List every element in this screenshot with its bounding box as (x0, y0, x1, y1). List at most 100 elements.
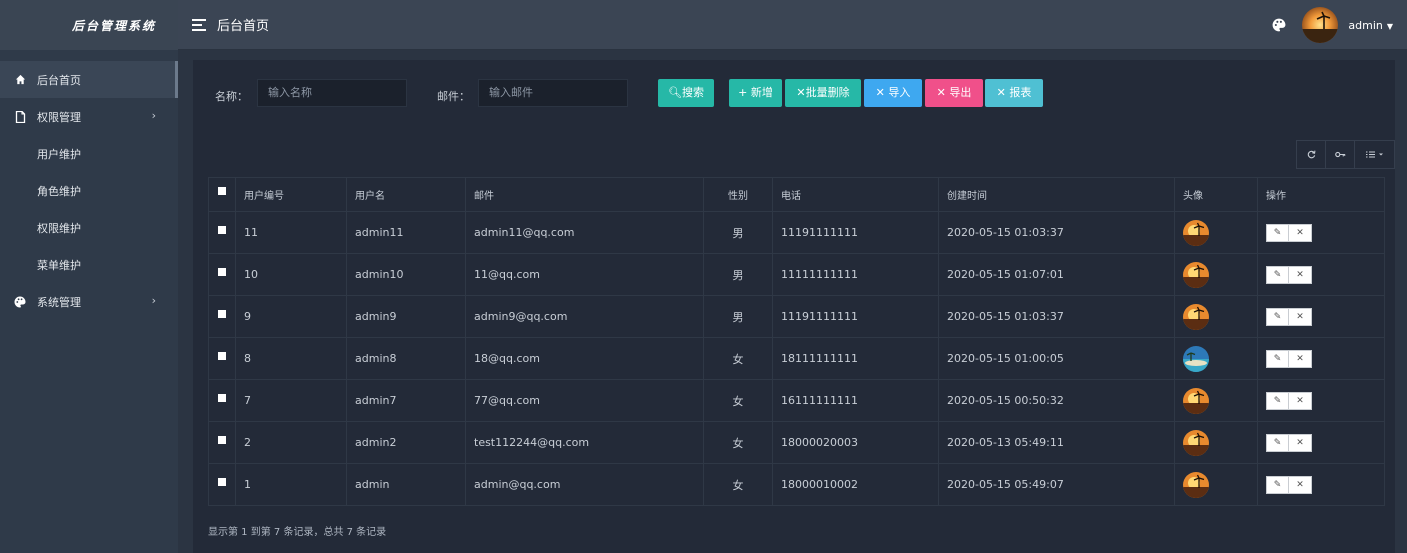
actions-cell: ✎ ✕ (1257, 379, 1385, 422)
avatar (1183, 429, 1209, 456)
avatar-cell (1174, 337, 1258, 380)
sidebar-item-label: 权限管理 (37, 110, 81, 124)
edit-icon[interactable]: ✎ (1266, 391, 1289, 410)
edit-icon[interactable]: ✎ (1266, 223, 1289, 242)
email-cell: 77@qq.com (465, 379, 704, 422)
row-checkbox[interactable] (208, 421, 236, 464)
table-header-row: 用户编号 用户名 邮件 性别 电话 创建时间 头像 操作 (208, 177, 1385, 212)
refresh-icon[interactable] (1297, 141, 1326, 168)
avatar (1183, 261, 1209, 288)
column-header: 头像 (1174, 177, 1258, 212)
username-cell: admin (346, 463, 466, 506)
sidebar-item-system[interactable]: 系统管理 › (0, 283, 178, 320)
gender-cell: 男 (703, 253, 773, 296)
sidebar-item-permission[interactable]: 权限管理 › (0, 98, 178, 135)
table-row: 2 admin2 test112244@qq.com 女 18000020003 2020… (208, 421, 1385, 464)
edit-icon[interactable]: ✎ (1266, 433, 1289, 452)
content-panel: 名称： 输入名称 邮件： 输入邮件 🔍︎搜索 + 新增 ✕批量删除 ✕ 导入 ✕… (193, 60, 1395, 553)
search-button[interactable]: 🔍︎搜索 (658, 79, 714, 107)
sidebar-item-permission-maintenance[interactable]: 权限维护 (0, 209, 178, 246)
column-header: 电话 (772, 177, 939, 212)
name-search-input[interactable]: 输入名称 (257, 79, 407, 107)
row-checkbox[interactable] (208, 253, 236, 296)
username-cell: admin11 (346, 211, 466, 254)
add-button[interactable]: + 新增 (729, 79, 782, 107)
phone-cell: 18000010002 (772, 463, 939, 506)
row-checkbox[interactable] (208, 379, 236, 422)
avatar[interactable] (1302, 7, 1339, 43)
username-cell: admin9 (346, 295, 466, 338)
edit-icon[interactable]: ✎ (1266, 475, 1289, 494)
edit-icon[interactable]: ✎ (1266, 265, 1289, 284)
delete-icon[interactable]: ✕ (1289, 433, 1312, 452)
edit-icon[interactable]: ✎ (1266, 307, 1289, 326)
avatar-cell (1174, 463, 1258, 506)
search-toolbar: 名称： 输入名称 邮件： 输入邮件 🔍︎搜索 + 新增 ✕批量删除 ✕ 导入 ✕… (193, 79, 1395, 107)
user-id-cell: 8 (235, 337, 347, 380)
table-row: 9 admin9 admin9@qq.com 男 11191111111 2020-05-… (208, 295, 1385, 338)
row-checkbox[interactable] (208, 211, 236, 254)
phone-cell: 18111111111 (772, 337, 939, 380)
close-icon: ✕ (996, 86, 1010, 99)
chevron-right-icon: › (151, 109, 156, 122)
phone-cell: 11111111111 (772, 253, 939, 296)
delete-icon[interactable]: ✕ (1289, 223, 1312, 242)
row-checkbox[interactable] (208, 463, 236, 506)
username-cell: admin7 (346, 379, 466, 422)
user-menu[interactable]: admin ▼ (1348, 19, 1393, 32)
close-icon: ✕ (936, 86, 950, 99)
avatar-cell (1174, 421, 1258, 464)
column-header: 用户编号 (235, 177, 347, 212)
edit-icon[interactable]: ✎ (1266, 349, 1289, 368)
gender-cell: 女 (703, 421, 773, 464)
report-button[interactable]: ✕ 报表 (985, 79, 1043, 107)
import-button[interactable]: ✕ 导入 (864, 79, 922, 107)
page-title: 后台首页 (217, 19, 270, 34)
user-id-cell: 10 (235, 253, 347, 296)
avatar (1183, 471, 1209, 498)
key-icon[interactable] (1326, 141, 1355, 168)
select-all-checkbox[interactable] (208, 177, 236, 212)
close-icon: ✕ (875, 86, 889, 99)
columns-menu-icon[interactable] (1355, 141, 1394, 168)
column-header: 邮件 (465, 177, 704, 212)
user-id-cell: 11 (235, 211, 347, 254)
export-button[interactable]: ✕ 导出 (925, 79, 983, 107)
avatar (1183, 219, 1209, 246)
username-cell: admin8 (346, 337, 466, 380)
avatar-cell (1174, 211, 1258, 254)
row-checkbox[interactable] (208, 295, 236, 338)
phone-cell: 18000020003 (772, 421, 939, 464)
email-cell: test112244@qq.com (465, 421, 704, 464)
gender-cell: 女 (703, 379, 773, 422)
main-content: 名称： 输入名称 邮件： 输入邮件 🔍︎搜索 + 新增 ✕批量删除 ✕ 导入 ✕… (178, 50, 1407, 553)
sidebar-item-role-maintenance[interactable]: 角色维护 (0, 172, 178, 209)
theme-palette-icon[interactable] (1272, 18, 1286, 32)
batch-delete-button[interactable]: ✕批量删除 (785, 79, 861, 107)
delete-icon[interactable]: ✕ (1289, 391, 1312, 410)
avatar (1183, 303, 1209, 330)
gender-cell: 女 (703, 337, 773, 380)
delete-icon[interactable]: ✕ (1289, 265, 1312, 284)
actions-cell: ✎ ✕ (1257, 253, 1385, 296)
avatar (1183, 387, 1209, 414)
row-checkbox[interactable] (208, 337, 236, 380)
table-row: 10 admin10 11@qq.com 男 11111111111 2020-05-15… (208, 253, 1385, 296)
table-row: 11 admin11 admin11@qq.com 男 11191111111 2020-… (208, 211, 1385, 254)
created-time-cell: 2020-05-15 01:03:37 (938, 211, 1175, 254)
delete-icon[interactable]: ✕ (1289, 475, 1312, 494)
email-search-input[interactable]: 输入邮件 (478, 79, 628, 107)
sidebar-item-home[interactable]: 后台首页 (0, 61, 178, 98)
delete-icon[interactable]: ✕ (1289, 349, 1312, 368)
column-header: 创建时间 (938, 177, 1175, 212)
brand-title: 后台管理系统 (71, 18, 156, 33)
phone-cell: 11191111111 (772, 211, 939, 254)
delete-icon[interactable]: ✕ (1289, 307, 1312, 326)
sidebar-submenu: 用户维护 角色维护 权限维护 菜单维护 (0, 135, 178, 283)
sidebar-item-user-maintenance[interactable]: 用户维护 (0, 135, 178, 172)
phone-cell: 11191111111 (772, 295, 939, 338)
users-table: 用户编号 用户名 邮件 性别 电话 创建时间 头像 操作 11 admin11 ad… (208, 177, 1385, 506)
email-label: 邮件： (437, 90, 470, 103)
sidebar-item-menu-maintenance[interactable]: 菜单维护 (0, 246, 178, 283)
menu-toggle-icon[interactable] (192, 18, 206, 31)
